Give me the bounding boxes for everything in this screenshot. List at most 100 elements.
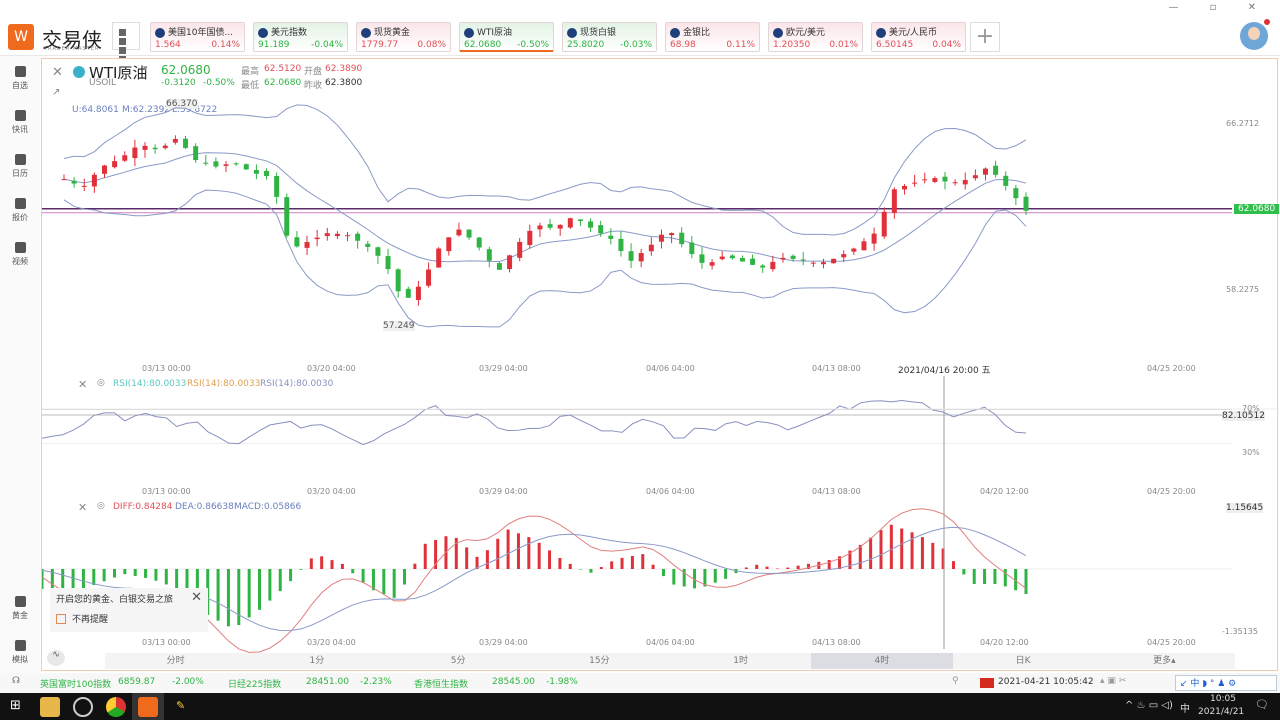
macd-bar [889, 524, 893, 569]
period-tab[interactable]: 1时 [670, 653, 811, 669]
ticker-card[interactable]: WTI原油 62.0680 -0.50% [459, 22, 554, 52]
ticker-card[interactable]: 金银比 68.98 0.11% [665, 22, 760, 52]
candle [881, 211, 887, 237]
ticker-name: 现货白银 [580, 28, 617, 38]
ticker-card[interactable]: 美元/人民币 6.50145 0.04% [871, 22, 966, 52]
ticker-icon [773, 27, 783, 38]
candle [739, 258, 745, 262]
add-ticker-button[interactable]: + [970, 22, 1000, 52]
macd-bar [786, 567, 790, 569]
sidebar-item-3[interactable]: 报价 [0, 198, 40, 223]
sidebar-item-2[interactable]: 日历 [0, 154, 40, 179]
macd-bar [226, 569, 230, 627]
macd-bar [299, 569, 303, 570]
macd-bar [1003, 569, 1007, 587]
period-tab[interactable]: 更多▴ [1094, 653, 1235, 669]
macd-bar [548, 550, 552, 569]
ticker-card[interactable]: 现货白银 25.8020 -0.03% [562, 22, 657, 52]
period-tab[interactable]: 日K [953, 653, 1094, 669]
macd-bar [579, 569, 583, 570]
close-macd-icon[interactable]: ✕ [78, 501, 87, 514]
macd-bar [175, 569, 179, 589]
candle [152, 147, 158, 150]
period-tab[interactable]: 5分 [388, 653, 529, 669]
index-name: 日经225指数 [228, 680, 282, 690]
file-explorer-icon[interactable] [40, 697, 60, 717]
sidebar-item-4[interactable]: 视频 [0, 242, 40, 267]
notifications-icon[interactable]: 🗨 [1255, 698, 1269, 711]
ticker-card[interactable]: 欧元/美元 1.20350 0.01% [768, 22, 863, 52]
candle [922, 179, 928, 181]
candle [183, 138, 189, 148]
macd-bar [330, 560, 334, 569]
index-value: 6859.87 [118, 677, 156, 687]
period-tab[interactable]: 15分 [529, 653, 670, 669]
macd-bar [268, 569, 272, 601]
china-flag-icon [980, 678, 994, 688]
close-rsi-icon[interactable]: ✕ [78, 378, 87, 391]
taskbar: ⊞ ✎ ^ ♨ ▭ ◁) 中 10:05 2021/4/21 🗨 [0, 693, 1280, 720]
boll-lower-line [63, 189, 1027, 328]
macd-settings-icon[interactable]: ◎ [97, 501, 105, 511]
chrome-icon[interactable] [106, 697, 126, 717]
macd-bar [81, 569, 85, 589]
avatar[interactable] [1240, 22, 1268, 50]
candle [172, 139, 178, 143]
candle [284, 197, 290, 236]
popup-close-icon[interactable]: ✕ [191, 590, 202, 605]
windows-start-icon[interactable]: ⊞ [10, 698, 21, 713]
ticker-card[interactable]: 现货黄金 1779.77 0.08% [356, 22, 451, 52]
macd-bar [713, 569, 717, 583]
macd-bar [931, 542, 935, 569]
taskbar-ime[interactable]: 中 [1180, 700, 1190, 715]
rsi-line [42, 399, 1027, 446]
macd-bar [361, 569, 365, 583]
candle [304, 242, 310, 248]
index-change: -1.98% [546, 677, 578, 687]
period-tab[interactable]: 4时 [811, 653, 953, 669]
sidebar-item-6[interactable]: 模拟 [0, 640, 40, 665]
sidebar-item-5[interactable]: 黄金 [0, 596, 40, 621]
indicator-toggle-icon[interactable]: ∿ [47, 650, 65, 666]
macd-bar [900, 528, 904, 569]
period-tab[interactable]: 1分 [246, 653, 387, 669]
macd-bar [672, 569, 676, 585]
macd-legend: MACD:0.05866 [234, 502, 302, 512]
pen-tool-icon[interactable]: ✎ [176, 699, 185, 712]
candle [810, 262, 816, 264]
index-name: 香港恒生指数 [414, 680, 469, 690]
period-tab[interactable]: 分时 [105, 653, 246, 669]
ticker-card[interactable]: 美国10年国债... 1.564 0.14% [150, 22, 245, 52]
ticker-price: 62.0680 [464, 40, 502, 50]
candle [982, 168, 988, 175]
candle [912, 182, 918, 184]
candle [223, 164, 229, 166]
sidebar-item-1[interactable]: 快讯 [0, 110, 40, 135]
candle [608, 235, 614, 239]
macd-bar [102, 569, 106, 582]
tray-icons[interactable]: ▴ ▣ ✂ [1100, 676, 1126, 686]
support-headset-icon[interactable]: ☊ [12, 676, 20, 686]
macd-bar [496, 538, 500, 569]
candle [851, 248, 857, 252]
boll-mid-line [63, 152, 1027, 263]
time-axis-label: 04/06 04:00 [646, 364, 695, 373]
grid-menu-button[interactable] [112, 22, 140, 63]
macd-bar [92, 569, 96, 586]
rsi-settings-icon[interactable]: ◎ [97, 378, 105, 388]
candle [233, 163, 239, 165]
dont-remind-checkbox[interactable] [56, 613, 66, 624]
ticker-card[interactable]: 美元指数 91.189 -0.04% [253, 22, 348, 52]
obs-icon[interactable] [73, 697, 93, 717]
window-controls[interactable]: — ▫ ✕ [1168, 2, 1270, 13]
sidebar-label: 自选 [12, 81, 28, 90]
candle [405, 288, 411, 298]
ime-toolbar[interactable]: ↙ 中 ◗ ° ♟ ⚙ [1175, 675, 1277, 691]
system-tray-icons[interactable]: ^ ♨ ▭ ◁) [1125, 700, 1173, 711]
index-name: 英国富时100指数 [40, 680, 112, 690]
trader-app-icon[interactable] [138, 697, 158, 717]
sidebar-item-0[interactable]: 自选 [0, 66, 40, 91]
candle [415, 286, 421, 300]
sidebar: 自选快讯日历报价视频黄金模拟 [0, 56, 40, 673]
candle [699, 254, 705, 263]
